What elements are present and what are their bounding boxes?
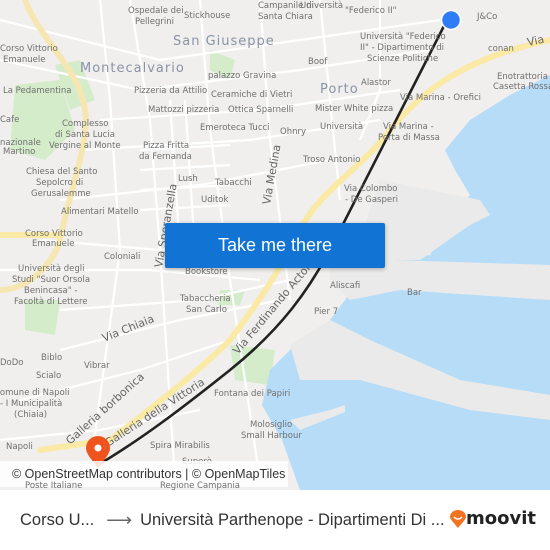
origin-name: Corso U... — [20, 510, 95, 529]
origin-marker-icon[interactable] — [440, 9, 462, 31]
poi-label: da Fernanda — [139, 152, 192, 162]
poi-label: Scienze Politiche — [367, 54, 438, 64]
map-attribution[interactable]: © OpenStreetMap contributors | © OpenMap… — [0, 461, 288, 487]
poi-label: Aliscafi — [330, 281, 360, 291]
brand-text: moovit — [466, 508, 536, 529]
street-label: Galleria borbonica — [63, 370, 147, 447]
poi-label: Università — [300, 1, 343, 11]
poi-label: Ohnry — [280, 127, 306, 137]
poi-label: di Santa Lucia — [55, 130, 115, 140]
poi-label: Studi "Suor Orsola — [12, 275, 90, 285]
poi-label: Via Colombo — [344, 184, 397, 194]
poi-label: Università degli — [18, 264, 85, 274]
area-label: San Giuseppe — [173, 34, 275, 49]
poi-label: Lush — [178, 174, 198, 184]
poi-label: Emanuele — [3, 55, 45, 65]
poi-label: Martino — [3, 147, 35, 157]
destination-name: Università Parthenope - Dipartimenti Di … — [140, 510, 445, 529]
poi-label: Napoli — [6, 442, 33, 452]
poi-label: J&Co — [476, 12, 497, 22]
poi-label: Emanuele — [32, 239, 74, 249]
poi-label: Spira Mirabilis — [150, 441, 210, 451]
poi-label: Pizzeria da Attilio — [134, 86, 207, 96]
poi-label: Bookstore — [185, 267, 228, 277]
poi-label: palazzo Gravina — [208, 71, 276, 81]
poi-label: Pizza Fritta — [143, 141, 189, 151]
street-label: Via Medina — [260, 144, 283, 206]
poi-label: Molosiglio — [250, 420, 292, 430]
poi-label: Emeroteca Tucci — [200, 123, 270, 133]
poi-label: Corso Vittorio — [25, 229, 83, 239]
poi-label: Mattozzi pizzeria — [148, 105, 219, 115]
poi-label: Mister White pizza — [315, 104, 393, 114]
poi-label: Small Harbour — [241, 431, 302, 441]
poi-label: Boof — [308, 57, 328, 67]
poi-label: Ospedale dei — [128, 6, 184, 16]
area-label: Montecalvario — [80, 61, 185, 76]
poi-label: Tabaccheria — [179, 294, 231, 304]
poi-label: Uditok — [201, 195, 229, 205]
moovit-logo: moovit — [450, 508, 536, 529]
poi-label: DoDo — [0, 358, 24, 368]
poi-label: Complesso — [62, 119, 108, 129]
poi-label: Chiesa del Santo — [26, 167, 97, 177]
map-view[interactable]: Ospedale dei Pellegrini Stickhouse Campa… — [0, 0, 550, 490]
poi-label: Cafe — [0, 115, 19, 125]
poi-label: Santa Chiara — [258, 12, 313, 22]
poi-label: Via Marina - — [383, 122, 434, 132]
poi-label: Vergine al Monte — [49, 141, 121, 151]
area-label: Porto — [320, 82, 359, 97]
poi-label: Pellegrini — [135, 17, 174, 27]
poi-label: San Carlo — [186, 305, 227, 315]
poi-label: - I Municipalità — [0, 399, 62, 409]
poi-label: Università — [320, 122, 363, 132]
poi-label: Biblo — [41, 353, 62, 363]
poi-label: Casetta Rossa — [493, 82, 550, 92]
poi-label: "Federico II" — [345, 6, 397, 16]
poi-label: Pier 7 — [314, 307, 338, 317]
poi-label: conan — [488, 44, 514, 54]
street-label: Via — [526, 33, 545, 49]
poi-label: Alastor — [361, 78, 391, 88]
poi-label: Corso Vittorio — [0, 44, 58, 54]
poi-label: Gerusalemme — [31, 189, 91, 199]
poi-label: Università "Federico — [360, 32, 446, 42]
poi-label: Ottica Sparnelli — [228, 105, 293, 115]
poi-label: Scialo — [36, 371, 61, 381]
take-me-there-button[interactable]: Take me there — [165, 223, 385, 268]
poi-label: - De Gasperi — [345, 195, 398, 205]
poi-label: Via Marina - Orefici — [400, 93, 481, 103]
poi-label: II" - Dipartimento di — [360, 43, 444, 53]
poi-label: Porta di Massa — [378, 133, 440, 143]
poi-label: Fontana dei Papiri — [214, 389, 290, 399]
poi-label: Enotrattoria — [497, 72, 548, 82]
poi-label: Alimentari Matello — [61, 207, 139, 217]
arrow-right-icon: ⟶ — [106, 509, 133, 530]
poi-label: Comune di Napoli — [0, 388, 69, 398]
poi-label: Sepolcro di — [36, 178, 83, 188]
poi-label: Vibrar — [84, 361, 110, 371]
poi-label: Bar — [407, 288, 422, 298]
moovit-pin-icon — [450, 509, 466, 528]
poi-label: Tabacchi — [214, 178, 252, 188]
poi-label: Coloniali — [104, 252, 140, 262]
poi-label: Stickhouse — [184, 11, 230, 21]
poi-label: (Chiaia) — [14, 410, 47, 420]
poi-label: La Pedamentina — [3, 86, 72, 96]
poi-label: Troso Antonio — [302, 155, 360, 165]
poi-label: Facoltà di Lettere — [14, 297, 88, 307]
poi-label: Ceramiche di Vietri — [211, 90, 292, 100]
poi-label: Benincasa" - — [24, 286, 77, 296]
